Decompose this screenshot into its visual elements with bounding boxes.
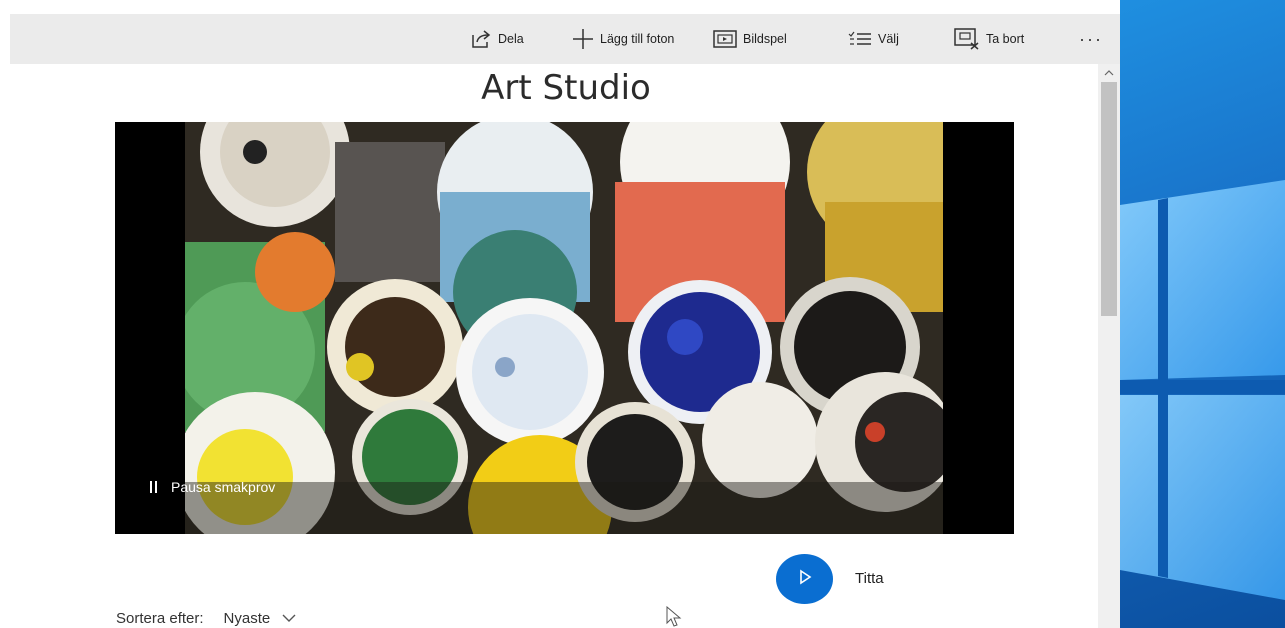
- pause-preview-label: Pausa smakprov: [171, 479, 276, 495]
- plus-icon: [572, 28, 594, 50]
- windows-logo-icon: [1120, 180, 1285, 600]
- window-top-edge: [0, 0, 1120, 14]
- vertical-scrollbar[interactable]: [1098, 64, 1120, 628]
- select-button[interactable]: Välj: [848, 14, 899, 64]
- desktop-wallpaper: [1120, 0, 1285, 628]
- album-preview[interactable]: [115, 122, 1014, 534]
- command-bar: Dela Lägg till foton Bildspel Välj Ta bo…: [10, 14, 1120, 64]
- play-icon: [797, 569, 813, 590]
- photos-app-window: Dela Lägg till foton Bildspel Välj Ta bo…: [0, 0, 1120, 628]
- paint-cans-photo: [185, 122, 943, 534]
- remove-album-icon: [954, 28, 980, 50]
- share-icon: [470, 29, 492, 49]
- album-title: Art Studio: [481, 68, 651, 108]
- add-photos-button[interactable]: Lägg till foton: [572, 14, 674, 64]
- slideshow-label: Bildspel: [743, 32, 787, 46]
- select-list-icon: [848, 30, 872, 48]
- sort-label: Sortera efter:: [116, 610, 204, 627]
- sort-control: Sortera efter: Nyaste: [116, 610, 296, 627]
- more-dots-icon: ···: [1079, 28, 1103, 49]
- watch-label: Titta: [855, 570, 884, 587]
- select-label: Välj: [878, 32, 899, 46]
- chevron-down-icon: [282, 610, 296, 627]
- more-options-button[interactable]: ···: [1076, 14, 1106, 64]
- share-button[interactable]: Dela: [470, 14, 524, 64]
- remove-button[interactable]: Ta bort: [954, 14, 1024, 64]
- pause-icon: [150, 481, 157, 493]
- sort-dropdown[interactable]: Nyaste: [224, 610, 297, 627]
- watch-button[interactable]: [776, 554, 833, 604]
- scroll-up-arrow-icon[interactable]: [1098, 64, 1120, 82]
- slideshow-button[interactable]: Bildspel: [713, 14, 787, 64]
- scroll-thumb[interactable]: [1101, 82, 1117, 316]
- window-left-edge: [0, 14, 10, 628]
- share-label: Dela: [498, 32, 524, 46]
- remove-label: Ta bort: [986, 32, 1025, 46]
- slideshow-icon: [713, 30, 737, 48]
- mouse-pointer-icon: [666, 605, 682, 628]
- sort-value: Nyaste: [223, 610, 271, 627]
- add-photos-label: Lägg till foton: [600, 32, 675, 46]
- pause-preview-button[interactable]: Pausa smakprov: [150, 479, 275, 495]
